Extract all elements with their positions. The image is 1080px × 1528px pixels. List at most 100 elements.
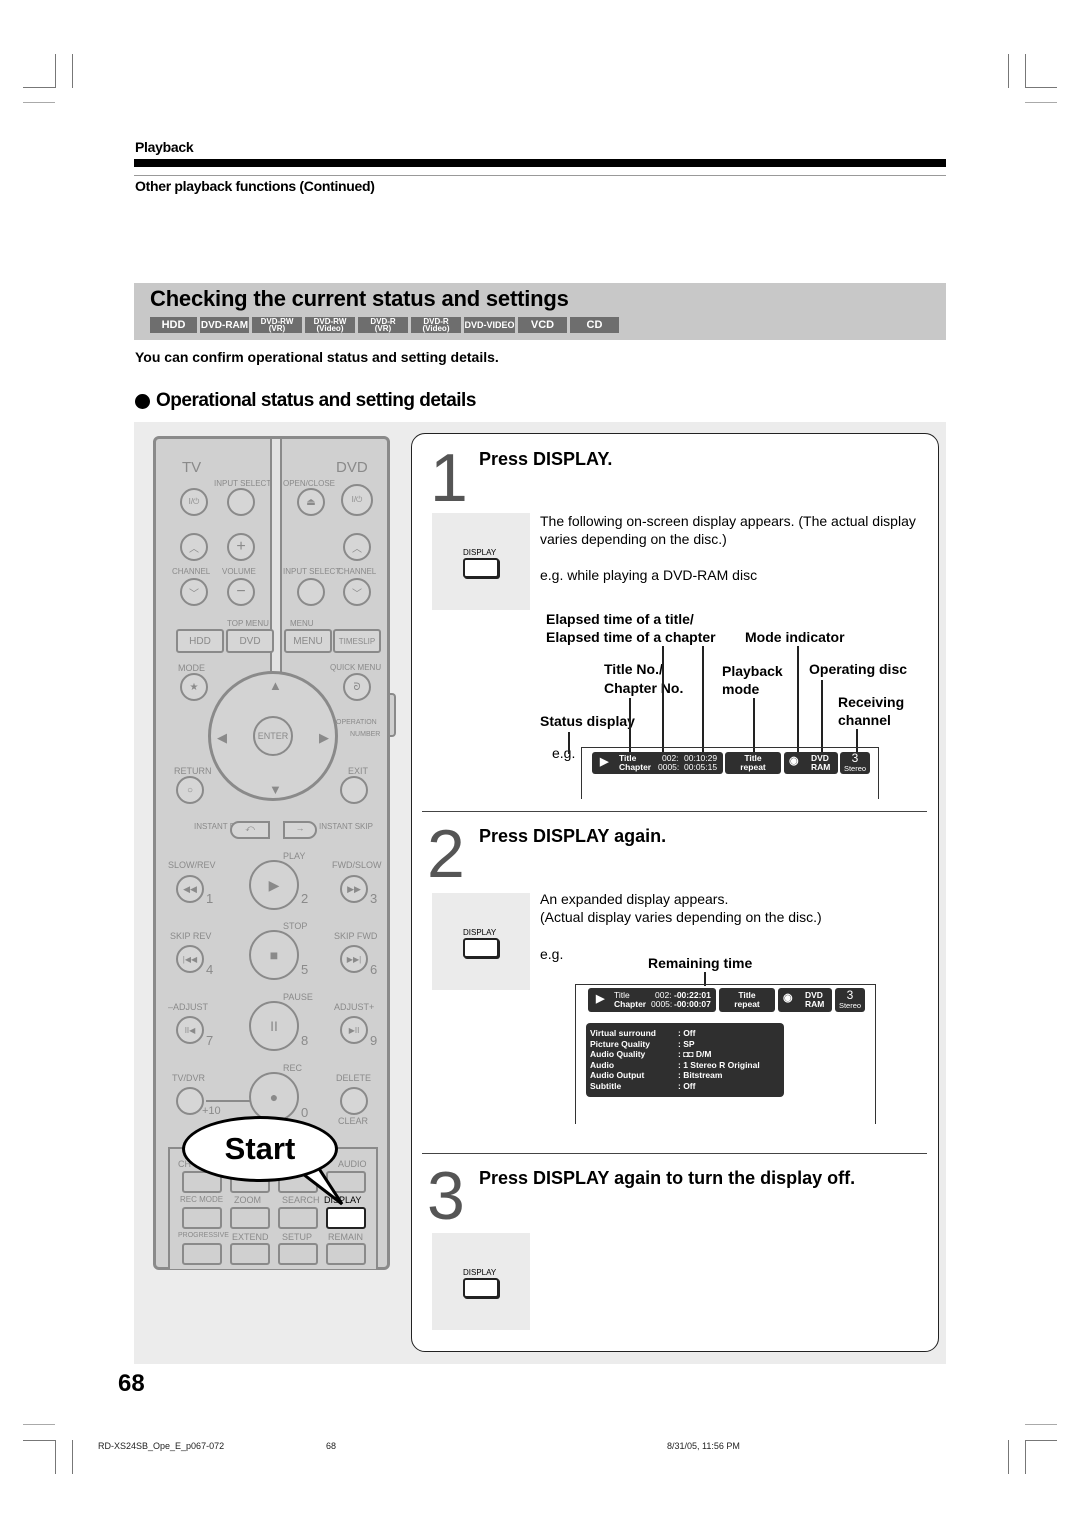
skip-rev-button[interactable]: |◀◀ [176,945,204,973]
remote-label: REC [283,1063,303,1073]
subheading: Operational status and setting details [135,390,476,412]
rec-mode-button[interactable] [182,1207,222,1229]
mode-button[interactable]: ★ [180,673,208,701]
instant-replay-button[interactable]: ⤺ [230,821,270,839]
callout-line [629,698,631,754]
up-arrow-icon[interactable]: ▲ [269,678,282,693]
quick-menu-button[interactable]: ᘐ [343,673,371,701]
remote-dvd-label: DVD [336,459,368,476]
osd-chapter-number: 0005: [658,762,680,772]
display-button-icon [463,1278,499,1298]
setting-name: Picture Quality [590,1038,650,1049]
steps-panel: 1 Press DISPLAY. DISPLAY The following o… [411,433,939,1352]
subheading-text: Operational status and setting details [156,390,476,411]
delete-button[interactable] [340,1087,368,1115]
crop-mark [23,87,55,88]
remote-label: SKIP REV [170,931,212,941]
stop-button[interactable]: ■ [249,930,299,980]
osd-status-segment: ▶ Title Chapter 002: 0005: 00:10:29 00:0… [592,752,723,774]
zoom-button[interactable] [230,1207,270,1229]
extend-button[interactable] [230,1243,270,1265]
progressive-button[interactable] [182,1243,222,1265]
remote-label: OPEN/CLOSE [283,479,336,488]
tv-input-select-button[interactable] [227,488,255,516]
slow-rev-button[interactable]: ◀◀ [176,875,204,903]
setting-name: Audio Output [590,1070,645,1080]
step-number: 1 [430,440,468,516]
play-button[interactable]: ▶ [249,860,299,910]
hdd-button[interactable]: HDD [176,629,224,653]
volume-up-button[interactable]: + [227,533,255,561]
callout-label: Title No./ [604,661,663,677]
crop-mark [72,1440,73,1474]
pause-button[interactable]: II [249,1001,299,1051]
down-arrow-icon[interactable]: ▼ [269,782,282,797]
setup-button[interactable] [278,1243,318,1265]
step-text: An expanded display appears. [540,891,729,907]
remote-label: INPUT SELECT [283,567,341,576]
dvd-power-button[interactable]: I/⏻ [341,484,373,516]
disc-line: (Video) [422,324,450,333]
step-title: Press DISPLAY again to turn the display … [479,1168,856,1188]
exit-button[interactable] [340,776,368,804]
remote-label: ZOOM [234,1195,261,1205]
adjust-plus-button[interactable]: ▶II [340,1016,368,1044]
footer-filename: RD-XS24SB_Ope_E_p067-072 [98,1441,225,1451]
callout-line [568,732,570,754]
crop-mark [1008,54,1009,88]
tv-channel-up-button[interactable]: ︿ [180,533,208,561]
callout-line [702,646,704,754]
osd-status-segment: ▶ Title Chapter 002: 0005: -00:22:01 -00… [588,988,716,1012]
crop-mark [72,54,73,88]
display-label: DISPLAY [463,928,497,937]
remote-number: 5 [301,962,309,977]
bullet-icon [135,393,150,409]
dvd-channel-up-button[interactable]: ︿ [343,533,371,561]
step-number: 3 [427,1158,465,1234]
right-arrow-icon[interactable]: ▶ [319,730,329,746]
disc-badge-dvd-video: DVD-VIDEO [464,317,515,333]
enter-button[interactable]: ENTER [253,716,293,756]
remote-label: TOP MENU [227,619,269,628]
osd-chapter-label: Chapter [614,999,647,1009]
timeslip-button[interactable]: TIMESLIP [333,629,381,653]
remote-number: 3 [370,891,378,906]
dvd-button[interactable]: DVD [226,629,274,653]
tv-channel-down-button[interactable]: ﹀ [180,578,208,606]
disc-badge-cd: CD [570,317,619,333]
volume-down-button[interactable]: − [227,578,255,606]
setting-name: Virtual surround [590,1028,656,1038]
tv-dvr-button[interactable] [176,1087,204,1115]
eg-label: e.g. [552,745,576,761]
remote-label: OPERATION [336,719,377,726]
menu-button[interactable]: MENU [284,629,332,653]
step-title: Press DISPLAY. [479,449,613,469]
instant-skip-button[interactable]: → [283,821,317,839]
remote-number: 9 [370,1033,378,1048]
osd-channel-segment: 3 Stereo [835,988,865,1012]
remote-label: CHANNEL [338,567,377,576]
disc-badge-vcd: VCD [518,317,567,333]
skip-fwd-button[interactable]: ▶▶| [340,945,368,973]
osd-chapter-label: Chapter [619,762,652,772]
step-text: The following on-screen display appears.… [540,513,916,547]
remote-number: +10 [202,1105,221,1117]
left-arrow-icon[interactable]: ◀ [217,730,227,746]
osd-disc-line: RAM [811,762,831,772]
disc-badge-dvd-r-video: DVD-R (Video) [411,317,461,333]
adjust-minus-button[interactable]: II◀ [176,1016,204,1044]
tv-power-button[interactable]: I/⏻ [180,488,208,516]
display-label: DISPLAY [463,1268,497,1277]
fwd-slow-button[interactable]: ▶▶ [340,875,368,903]
page-number: 68 [118,1370,145,1397]
display-button-illustration: DISPLAY [432,1233,530,1330]
remain-button[interactable] [326,1243,366,1265]
mode-switch[interactable] [390,693,396,737]
osd-chapter-number: 0005: [651,999,673,1009]
dvd-input-select-button[interactable] [297,578,325,606]
eject-button[interactable]: ⏏ [297,488,325,516]
rec-button[interactable]: ● [249,1072,299,1122]
return-button[interactable]: ○ [176,776,204,804]
direction-pad[interactable]: ▲ ▼ ◀ ▶ ENTER [208,671,338,801]
dvd-channel-down-button[interactable]: ﹀ [343,578,371,606]
